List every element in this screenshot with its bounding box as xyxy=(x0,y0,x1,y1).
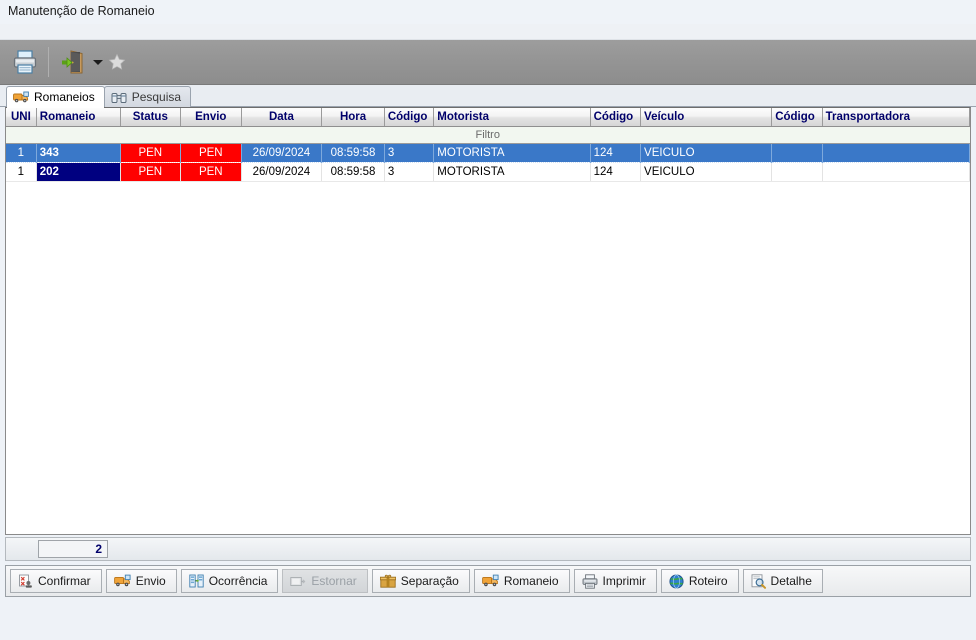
tab-label: Pesquisa xyxy=(132,90,181,104)
cell-codigo-veiculo: 124 xyxy=(590,162,640,181)
romaneio-button[interactable]: Romaneio xyxy=(474,569,570,593)
imprimir-button[interactable]: Imprimir xyxy=(574,569,657,593)
cell-status: PEN xyxy=(120,143,181,162)
toolbar-dropdown-button[interactable] xyxy=(91,43,105,81)
form-list-icon xyxy=(189,574,204,588)
column-header-envio[interactable]: Envio xyxy=(181,108,242,126)
main-toolbar xyxy=(0,40,976,85)
reverse-icon xyxy=(290,575,306,588)
toolbar-favorite-button[interactable] xyxy=(105,43,129,81)
grid-header: UNI Romaneio Status Envio Data Hora Códi… xyxy=(6,108,970,126)
tab-label: Romaneios xyxy=(34,90,95,104)
title-separator xyxy=(0,24,976,40)
separacao-button[interactable]: Separação xyxy=(372,569,470,593)
cell-motorista: MOTORISTA xyxy=(434,143,590,162)
chevron-down-icon xyxy=(93,60,103,65)
grid-header-row: UNI Romaneio Status Envio Data Hora Códi… xyxy=(6,108,970,126)
tab-strip: Romaneios Pesquisa xyxy=(0,85,976,107)
table-row[interactable]: 1 343 PEN PEN 26/09/2024 08:59:58 3 MOTO… xyxy=(6,143,970,162)
toolbar-exit-button[interactable] xyxy=(53,43,91,81)
record-count-bar: 2 xyxy=(5,537,971,561)
cell-romaneio: 202 xyxy=(36,162,120,181)
grid-empty-area xyxy=(6,182,970,535)
cell-codigo-motorista: 3 xyxy=(384,162,433,181)
envio-button[interactable]: Envio xyxy=(106,569,177,593)
star-icon xyxy=(108,53,126,71)
cell-status: PEN xyxy=(120,162,181,181)
tab-pesquisa[interactable]: Pesquisa xyxy=(104,86,191,107)
window-title-bar: Manutenção de Romaneio xyxy=(0,0,976,24)
filter-label[interactable]: Filtro xyxy=(6,126,970,143)
ocorrencia-button[interactable]: Ocorrência xyxy=(181,569,279,593)
column-header-status[interactable]: Status xyxy=(120,108,181,126)
roteiro-button[interactable]: Roteiro xyxy=(661,569,739,593)
column-header-hora[interactable]: Hora xyxy=(322,108,385,126)
cell-romaneio: 343 xyxy=(36,143,120,162)
magnifier-icon xyxy=(751,574,766,589)
printer-icon xyxy=(582,574,598,589)
button-label: Estornar xyxy=(311,574,356,588)
column-header-codigo-veiculo[interactable]: Código xyxy=(590,108,640,126)
table-row[interactable]: 1 202 PEN PEN 26/09/2024 08:59:58 3 MOTO… xyxy=(6,162,970,181)
toolbar-print-button[interactable] xyxy=(6,43,44,81)
grid-body: Filtro 1 343 PEN PEN 26/09/2024 08:59:58… xyxy=(6,126,970,181)
cell-data: 26/09/2024 xyxy=(241,162,322,181)
column-header-veiculo[interactable]: Veículo xyxy=(641,108,772,126)
column-header-motorista[interactable]: Motorista xyxy=(434,108,590,126)
confirmar-button[interactable]: Confirmar xyxy=(10,569,102,593)
cell-transportadora xyxy=(822,143,969,162)
column-header-codigo-motorista[interactable]: Código xyxy=(384,108,433,126)
grid-filter-row[interactable]: Filtro xyxy=(6,126,970,143)
button-label: Envio xyxy=(136,574,166,588)
romaneios-table: UNI Romaneio Status Envio Data Hora Códi… xyxy=(6,108,970,182)
detalhe-button[interactable]: Detalhe xyxy=(743,569,823,593)
truck-icon xyxy=(482,574,499,588)
printer-icon xyxy=(11,48,39,76)
stamp-icon xyxy=(18,574,33,589)
column-header-romaneio[interactable]: Romaneio xyxy=(36,108,120,126)
page-title: Manutenção de Romaneio xyxy=(8,4,155,18)
cell-codigo-veiculo: 124 xyxy=(590,143,640,162)
cell-veiculo: VEICULO xyxy=(641,162,772,181)
cell-codigo-transportadora xyxy=(772,143,822,162)
cell-hora: 08:59:58 xyxy=(322,143,385,162)
column-header-transportadora[interactable]: Transportadora xyxy=(822,108,969,126)
button-label: Romaneio xyxy=(504,574,559,588)
romaneios-grid[interactable]: UNI Romaneio Status Envio Data Hora Códi… xyxy=(5,107,971,535)
toolbar-separator xyxy=(48,47,49,77)
truck-icon xyxy=(114,574,131,588)
cell-codigo-motorista: 3 xyxy=(384,143,433,162)
record-count-field[interactable]: 2 xyxy=(38,540,108,558)
column-header-data[interactable]: Data xyxy=(241,108,322,126)
cell-codigo-transportadora xyxy=(772,162,822,181)
button-label: Imprimir xyxy=(603,574,646,588)
cell-uni: 1 xyxy=(6,162,36,181)
button-label: Detalhe xyxy=(771,574,812,588)
binoculars-icon xyxy=(111,91,127,104)
package-icon xyxy=(380,574,396,588)
cell-envio: PEN xyxy=(181,143,242,162)
cell-hora: 08:59:58 xyxy=(322,162,385,181)
globe-icon xyxy=(669,574,684,589)
column-header-codigo-transportadora[interactable]: Código xyxy=(772,108,822,126)
button-label: Separação xyxy=(401,574,459,588)
cell-motorista: MOTORISTA xyxy=(434,162,590,181)
estornar-button: Estornar xyxy=(282,569,367,593)
cell-data: 26/09/2024 xyxy=(241,143,322,162)
button-label: Confirmar xyxy=(38,574,91,588)
button-label: Ocorrência xyxy=(209,574,268,588)
cell-envio: PEN xyxy=(181,162,242,181)
exit-door-icon xyxy=(58,48,86,76)
tab-romaneios[interactable]: Romaneios xyxy=(6,86,105,107)
cell-transportadora xyxy=(822,162,969,181)
cell-veiculo: VEICULO xyxy=(641,143,772,162)
column-header-uni[interactable]: UNI xyxy=(6,108,36,126)
cell-uni: 1 xyxy=(6,143,36,162)
button-label: Roteiro xyxy=(689,574,728,588)
action-button-bar: Confirmar Envio xyxy=(5,565,971,597)
truck-icon xyxy=(13,91,29,104)
